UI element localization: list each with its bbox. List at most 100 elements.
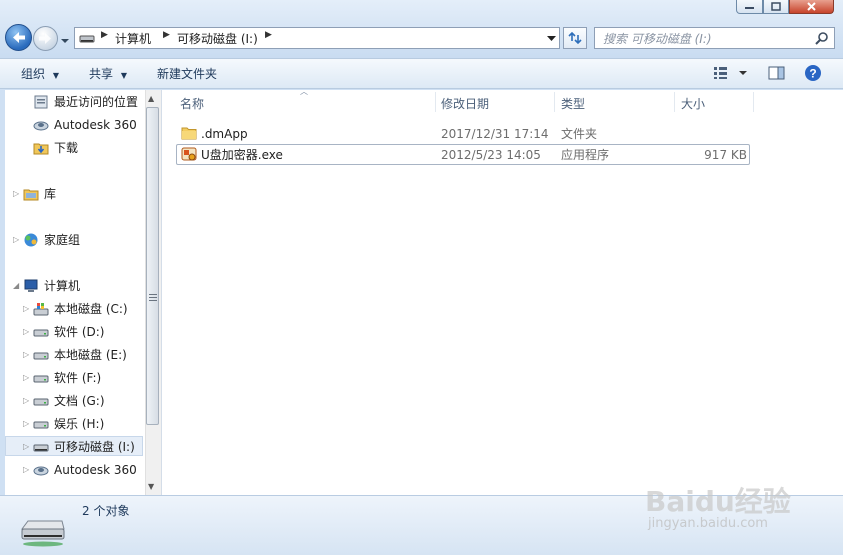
breadcrumb-computer[interactable]: 计算机: [115, 30, 151, 47]
nav-item-removable-drive-i[interactable]: ▷ 可移动磁盘 (I:): [5, 437, 145, 457]
expand-arrow-icon[interactable]: ▷: [23, 368, 29, 388]
application-icon: [181, 147, 197, 161]
scroll-up-icon[interactable]: ▲: [148, 94, 154, 103]
column-header-size[interactable]: 大小: [681, 94, 705, 114]
chevron-down-icon: [61, 39, 69, 43]
expand-arrow-icon[interactable]: ▷: [13, 230, 19, 250]
chevron-down-icon: ▼: [52, 71, 59, 80]
nav-item-libraries[interactable]: ▷ 库: [5, 184, 145, 204]
nav-item-drive-e[interactable]: ▷ 本地磁盘 (E:): [5, 345, 145, 365]
nav-item-homegroup[interactable]: ▷ 家庭组: [5, 230, 145, 250]
computer-icon: [24, 279, 38, 292]
minimize-icon: [745, 7, 754, 9]
library-icon: [23, 189, 39, 201]
removable-drive-icon: [79, 35, 95, 43]
expand-arrow-icon[interactable]: ▷: [23, 460, 29, 480]
file-row[interactable]: .dmApp 2017/12/31 17:14 文件夹: [176, 123, 750, 144]
recent-pages-dropdown[interactable]: [60, 34, 70, 48]
scroll-down-icon[interactable]: ▼: [148, 482, 154, 491]
breadcrumb-separator-icon[interactable]: ▶: [163, 30, 170, 40]
forward-button[interactable]: [33, 26, 58, 51]
object-count: 2 个对象: [82, 504, 130, 518]
expand-arrow-icon[interactable]: ▷: [23, 345, 29, 365]
cloud-drive-icon: [33, 466, 49, 476]
back-button[interactable]: [5, 24, 32, 51]
breadcrumb-separator-icon[interactable]: ▶: [101, 30, 108, 40]
removable-drive-icon: [33, 444, 49, 452]
column-divider[interactable]: [435, 92, 436, 112]
new-folder-label: 新建文件夹: [157, 67, 218, 81]
nav-item-drive-h[interactable]: ▷ 娱乐 (H:): [5, 414, 145, 434]
share-button[interactable]: 共享 ▼: [89, 65, 127, 82]
help-icon: ?: [805, 65, 821, 81]
view-options-button[interactable]: [713, 66, 753, 83]
address-bar[interactable]: ▶ 计算机 ▶ 可移动磁盘 (I:) ▶: [74, 27, 560, 49]
system-drive-icon: [33, 303, 49, 316]
expand-arrow-icon[interactable]: ▷: [23, 437, 29, 457]
folder-icon: [181, 127, 197, 140]
maximize-icon: [771, 2, 781, 11]
maximize-button[interactable]: [763, 0, 789, 14]
preview-pane-icon: [768, 66, 785, 80]
help-button[interactable]: ?: [804, 64, 822, 85]
drive-icon: [33, 421, 49, 429]
svg-text:?: ?: [809, 67, 816, 81]
homegroup-icon: [24, 233, 38, 247]
nav-item-drive-f[interactable]: ▷ 软件 (F:): [5, 368, 145, 388]
grip-icon: [149, 294, 157, 301]
downloads-folder-icon: [33, 143, 49, 155]
expand-arrow-icon[interactable]: ▷: [23, 391, 29, 411]
address-dropdown-icon[interactable]: [547, 35, 556, 42]
column-header-date[interactable]: 修改日期: [441, 94, 489, 114]
nav-item-drive-c[interactable]: ▷ 本地磁盘 (C:): [5, 299, 145, 319]
nav-item-computer[interactable]: ◢ 计算机: [5, 276, 145, 296]
nav-item-recent-places[interactable]: 最近访问的位置: [5, 92, 145, 112]
share-label: 共享: [89, 67, 114, 81]
nav-item-drive-g[interactable]: ▷ 文档 (G:): [5, 391, 145, 411]
new-folder-button[interactable]: 新建文件夹: [157, 65, 217, 82]
search-icon[interactable]: [815, 31, 829, 45]
nav-item-drive-d[interactable]: ▷ 软件 (D:): [5, 322, 145, 342]
nav-item-autodesk-360-computer[interactable]: ▷ Autodesk 360: [5, 460, 145, 480]
organize-label: 组织: [21, 67, 46, 81]
chevron-down-icon: ▼: [120, 71, 127, 80]
drive-icon: [33, 398, 49, 406]
recent-places-icon: [34, 95, 48, 109]
file-name: U盘加密器.exe: [201, 148, 283, 162]
baidu-watermark: Baidu经验: [645, 485, 791, 518]
close-icon: [807, 2, 816, 11]
scrollbar-thumb[interactable]: [146, 107, 159, 425]
column-divider[interactable]: [674, 92, 675, 112]
breadcrumb-current-drive[interactable]: 可移动磁盘 (I:): [177, 30, 258, 47]
column-header-type[interactable]: 类型: [561, 94, 585, 114]
expand-arrow-icon[interactable]: ▷: [23, 299, 29, 319]
minimize-button[interactable]: [736, 0, 763, 14]
drive-icon: [33, 329, 49, 337]
refresh-button[interactable]: [563, 27, 587, 49]
baidu-watermark-url: jingyan.baidu.com: [648, 516, 768, 531]
file-date: 2017/12/31 17:14: [441, 127, 549, 141]
column-header-name[interactable]: 名称: [180, 94, 204, 114]
organize-button[interactable]: 组织 ▼: [21, 65, 59, 82]
preview-pane-button[interactable]: [768, 65, 786, 84]
file-date: 2012/5/23 14:05: [441, 148, 541, 162]
removable-drive-large-icon: [21, 520, 65, 547]
file-type: 文件夹: [561, 127, 598, 141]
search-box[interactable]: 搜索 可移动磁盘 (I:): [594, 27, 835, 49]
nav-item-downloads[interactable]: 下载: [5, 138, 145, 158]
drive-icon: [33, 375, 49, 383]
expand-arrow-icon[interactable]: ▷: [13, 184, 19, 204]
close-button[interactable]: [789, 0, 834, 14]
file-row-selected[interactable]: U盘加密器.exe 2012/5/23 14:05 应用程序 917 KB: [176, 144, 750, 165]
breadcrumb-separator-icon[interactable]: ▶: [265, 30, 272, 40]
details-view-icon: [714, 67, 747, 79]
column-divider[interactable]: [753, 92, 754, 112]
nav-item-autodesk-360[interactable]: Autodesk 360: [5, 115, 145, 135]
forward-arrow-icon: [39, 33, 51, 44]
collapse-arrow-icon[interactable]: ◢: [13, 276, 19, 296]
expand-arrow-icon[interactable]: ▷: [23, 414, 29, 434]
search-input[interactable]: 搜索 可移动磁盘 (I:): [603, 30, 712, 47]
expand-arrow-icon[interactable]: ▷: [23, 322, 29, 342]
cloud-drive-icon: [33, 121, 49, 131]
column-divider[interactable]: [554, 92, 555, 112]
